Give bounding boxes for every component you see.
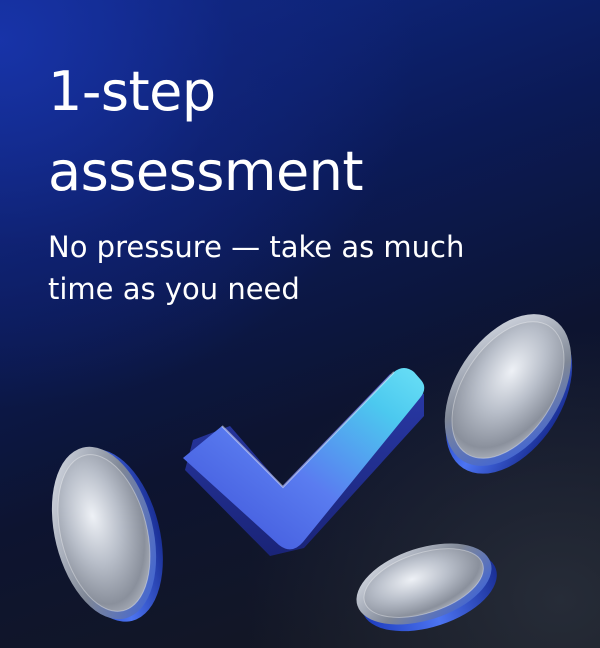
promo-banner: 1-step assessment No pressure — take as …	[0, 0, 600, 648]
coin-icon	[444, 314, 573, 474]
coin-icon	[51, 446, 163, 622]
checkmark-icon	[183, 368, 425, 556]
coin-icon	[356, 543, 497, 632]
illustration	[51, 314, 573, 632]
